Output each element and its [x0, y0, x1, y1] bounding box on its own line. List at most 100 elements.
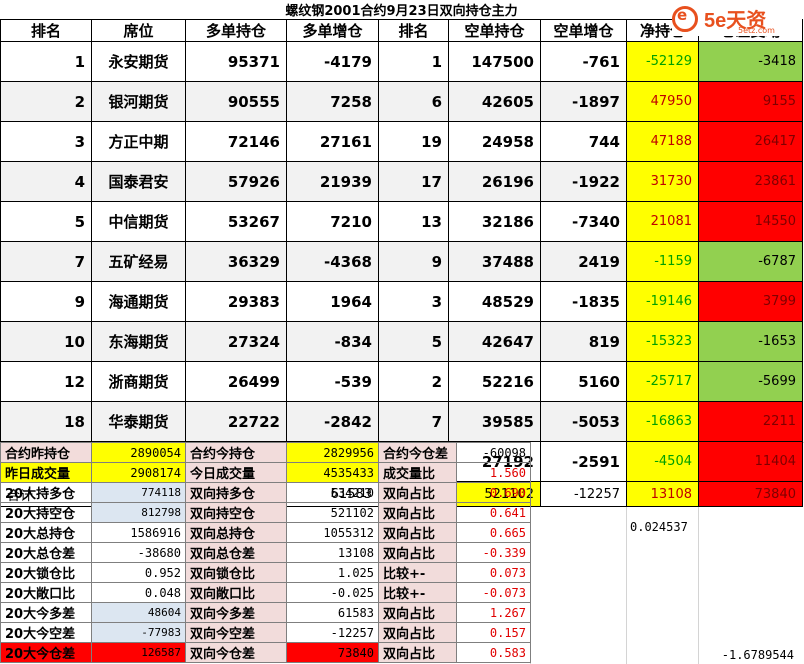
long-position: 26499	[185, 361, 287, 402]
position-diff: 3799	[698, 281, 803, 322]
net-position: -4504	[626, 441, 699, 482]
rank-short: 7	[378, 401, 449, 442]
short-position: 39585	[448, 401, 541, 442]
short-position: 26196	[448, 161, 541, 202]
stats-row: 20大总仓差 -38680 双向总仓差 13108 双向占比 -0.339	[0, 542, 531, 563]
table-row: 1 永安期货 95371 -4179 1 147500 -761 -52129 -3418	[0, 41, 803, 82]
stats-row: 20大敞口比 0.048 双向敞口比 -0.025 比较+- -0.073	[0, 582, 531, 603]
stat-value: 812798	[91, 502, 186, 523]
position-diff: 26417	[698, 121, 803, 162]
long-change: 7258	[286, 81, 379, 122]
stat-label: 合约今仓差	[378, 442, 457, 463]
long-position: 95371	[185, 41, 287, 82]
position-diff: 2211	[698, 401, 803, 442]
stat-label: 双向今仓差	[185, 642, 287, 663]
position-diff: 23861	[698, 161, 803, 202]
long-change: 1964	[286, 281, 379, 322]
stat-value: 521102	[286, 502, 379, 523]
stats-row: 20大总持仓 1586916 双向总持仓 1055312 双向占比 0.665	[0, 522, 531, 543]
stat-value: 1.025	[286, 562, 379, 583]
stat-label: 双向持多仓	[185, 482, 287, 503]
short-change: 5160	[540, 361, 627, 402]
rank-short: 13	[378, 201, 449, 242]
stat-label: 20大总持仓	[0, 522, 92, 543]
stat-value: 13108	[286, 542, 379, 563]
total-diff: 73840	[698, 481, 803, 507]
short-position: 48529	[448, 281, 541, 322]
header-cell: 多单增仓	[286, 19, 379, 42]
long-position: 29383	[185, 281, 287, 322]
position-diff: 14550	[698, 201, 803, 242]
stat-label: 双向今多差	[185, 602, 287, 623]
position-table: 螺纹钢2001合约9月23日双向持仓主力 排名 席位 多单持仓 多单增仓 排名 …	[0, 0, 803, 507]
short-position: 42605	[448, 81, 541, 122]
stat-label: 双向占比	[378, 622, 457, 643]
stat-label: 今日成交量	[185, 462, 287, 483]
long-position: 22722	[185, 401, 287, 442]
stat-value: -12257	[286, 622, 379, 643]
rank-short: 2	[378, 361, 449, 402]
long-change: -539	[286, 361, 379, 402]
short-position: 42647	[448, 321, 541, 362]
stat-value: -0.073	[456, 582, 531, 603]
stat-label: 20大持多仓	[0, 482, 92, 503]
stat-label: 双向占比	[378, 602, 457, 623]
rank-short: 9	[378, 241, 449, 282]
rank-long: 3	[0, 121, 92, 162]
stat-label: 双向锁仓比	[185, 562, 287, 583]
header-cell: 排名	[0, 19, 92, 42]
long-change: -4179	[286, 41, 379, 82]
table-row: 18 华泰期货 22722 -2842 7 39585 -5053 -16863 2211	[0, 401, 803, 442]
stat-value: -38680	[91, 542, 186, 563]
short-position: 147500	[448, 41, 541, 82]
stat-label: 比较+-	[378, 582, 457, 603]
stat-label: 双向总持仓	[185, 522, 287, 543]
net-position: -15323	[626, 321, 699, 362]
long-position: 36329	[185, 241, 287, 282]
stat-value: 1055312	[286, 522, 379, 543]
stat-value: 2829956	[286, 442, 379, 463]
seat-name: 国泰君安	[91, 161, 186, 202]
stat-label: 双向占比	[378, 482, 457, 503]
net-position: -16863	[626, 401, 699, 442]
stat-label: 双向占比	[378, 542, 457, 563]
stats-row: 合约昨持仓 2890054 合约今持仓 2829956 合约今仓差 -60098	[0, 442, 531, 463]
stat-label: 20大今空差	[0, 622, 92, 643]
short-change: -1897	[540, 81, 627, 122]
short-change: -1922	[540, 161, 627, 202]
short-position: 52216	[448, 361, 541, 402]
long-position: 90555	[185, 81, 287, 122]
long-change: 27161	[286, 121, 379, 162]
seat-name: 浙商期货	[91, 361, 186, 402]
stat-label: 成交量比	[378, 462, 457, 483]
short-change: -2591	[540, 441, 627, 482]
header-cell: 排名	[378, 19, 449, 42]
position-diff: -1653	[698, 321, 803, 362]
stat-value: 0.073	[456, 562, 531, 583]
table-row: 4 国泰君安 57926 21939 17 26196 -1922 31730 23861	[0, 161, 803, 202]
short-change: -1835	[540, 281, 627, 322]
position-diff: -5699	[698, 361, 803, 402]
position-diff: 11404	[698, 441, 803, 482]
rank-long: 18	[0, 401, 92, 442]
long-position: 53267	[185, 201, 287, 242]
long-position: 57926	[185, 161, 287, 202]
stat-label: 双向持空仓	[185, 502, 287, 523]
short-change: 744	[540, 121, 627, 162]
short-position: 32186	[448, 201, 541, 242]
header-cell: 空单增仓	[540, 19, 627, 42]
total-net: 13108	[626, 481, 699, 507]
stat-value: 1.267	[456, 602, 531, 623]
seat-name: 方正中期	[91, 121, 186, 162]
header-cell: 席位	[91, 19, 186, 42]
stat-value: 0.690	[456, 482, 531, 503]
rank-short: 6	[378, 81, 449, 122]
net-position: -19146	[626, 281, 699, 322]
rank-long: 10	[0, 321, 92, 362]
position-diff: -3418	[698, 41, 803, 82]
header-cell: 空单持仓	[448, 19, 541, 42]
logo: e 5e天资 5etz.com	[672, 4, 802, 36]
stat-value: 73840	[286, 642, 379, 663]
stats-row: 昨日成交量 2908174 今日成交量 4535433 成交量比 1.560	[0, 462, 531, 483]
table-row: 2 银河期货 90555 7258 6 42605 -1897 47950 9155	[0, 81, 803, 122]
